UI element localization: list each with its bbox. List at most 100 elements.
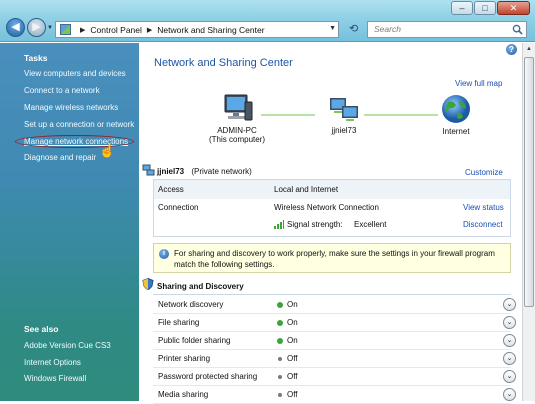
expand-chevron-icon[interactable]: ⌄ xyxy=(503,316,516,329)
sharing-row[interactable]: Printer sharing Off ⌄ xyxy=(153,350,516,368)
sharing-row-label: Password protected sharing xyxy=(158,372,258,381)
window-titlebar: – □ ✕ ◀ ▶ ▼ ▶ Control Panel ▶ Network an… xyxy=(0,0,535,42)
see-also-heading: See also xyxy=(24,324,59,334)
sharing-shield-icon xyxy=(142,278,154,290)
highlight-ellipse xyxy=(15,135,134,148)
disconnect-link[interactable]: Disconnect xyxy=(463,220,503,229)
expand-chevron-icon[interactable]: ⌄ xyxy=(503,370,516,383)
see-also-adobe-version-cue[interactable]: Adobe Version Cue CS3 xyxy=(24,341,111,350)
sharing-row-state: On xyxy=(287,318,298,327)
computer-name: ADMIN-PC xyxy=(217,126,257,135)
internet-label: Internet xyxy=(442,127,470,136)
see-also-internet-options[interactable]: Internet Options xyxy=(24,358,81,367)
expand-chevron-icon[interactable]: ⌄ xyxy=(503,334,516,347)
search-placeholder: Search xyxy=(374,24,401,34)
breadcrumb-control-panel[interactable]: Control Panel xyxy=(90,25,142,35)
customize-link[interactable]: Customize xyxy=(465,168,503,177)
map-node-network[interactable]: jjniel73 xyxy=(319,96,369,135)
sharing-row-label: Media sharing xyxy=(158,390,209,399)
signal-strength-icon xyxy=(274,220,284,229)
sharing-row-state: On xyxy=(287,336,298,345)
map-node-internet[interactable]: Internet xyxy=(434,93,478,136)
map-node-computer[interactable]: ADMIN-PC (This computer) xyxy=(209,94,265,144)
breadcrumb-separator-icon[interactable]: ▶ xyxy=(147,26,152,34)
map-connection-line xyxy=(364,114,438,116)
vertical-scrollbar[interactable]: ▲ xyxy=(522,43,535,401)
sharing-row[interactable]: Network discovery On ⌄ xyxy=(153,296,516,314)
status-on-icon xyxy=(277,338,283,344)
task-manage-wireless[interactable]: Manage wireless networks xyxy=(24,103,118,112)
recent-pages-dropdown-icon[interactable]: ▼ xyxy=(47,25,53,31)
see-also-windows-firewall[interactable]: Windows Firewall xyxy=(24,374,86,383)
view-full-map-link[interactable]: View full map xyxy=(455,79,502,88)
sharing-row-state: Off xyxy=(287,372,298,381)
sharing-row[interactable]: Password protected sharing Off ⌄ xyxy=(153,368,516,386)
firewall-info-box: i For sharing and discovery to work prop… xyxy=(153,243,511,273)
sharing-row-state: On xyxy=(287,300,298,309)
network-type: (Private network) xyxy=(191,167,252,176)
expand-chevron-icon[interactable]: ⌄ xyxy=(503,388,516,401)
scroll-up-icon[interactable]: ▲ xyxy=(523,43,535,55)
sharing-divider xyxy=(153,294,511,295)
signal-strength-label: Signal strength: xyxy=(287,220,343,229)
network-icon xyxy=(330,98,358,121)
close-button[interactable]: ✕ xyxy=(497,1,530,15)
refresh-icon[interactable]: ⟲ xyxy=(349,22,358,35)
status-on-icon xyxy=(277,320,283,326)
sharing-discovery-heading: Sharing and Discovery xyxy=(157,282,244,291)
map-connection-line xyxy=(261,114,315,116)
view-status-link[interactable]: View status xyxy=(463,203,504,212)
tasks-heading: Tasks xyxy=(24,53,48,63)
network-small-icon xyxy=(142,164,155,176)
sharing-row-state: Off xyxy=(287,390,298,399)
task-diagnose-repair[interactable]: Diagnose and repair xyxy=(24,153,96,162)
sharing-row[interactable]: File sharing On ⌄ xyxy=(153,314,516,332)
access-value: Local and Internet xyxy=(274,185,339,194)
info-icon: i xyxy=(159,249,169,259)
expand-chevron-icon[interactable]: ⌄ xyxy=(503,352,516,365)
network-header-name: jjniel73 xyxy=(157,167,185,176)
status-off-icon xyxy=(278,393,282,397)
network-header: jjniel73 (Private network) xyxy=(157,167,252,176)
search-input[interactable]: Search xyxy=(367,21,527,38)
address-bar[interactable]: ▶ Control Panel ▶ Network and Sharing Ce… xyxy=(55,21,339,38)
status-off-icon xyxy=(278,375,282,379)
sharing-row-label: Printer sharing xyxy=(158,354,211,363)
help-icon[interactable]: ? xyxy=(506,44,517,55)
internet-globe-icon xyxy=(442,95,470,123)
network-details-box: Access Local and Internet Connection Wir… xyxy=(153,179,511,237)
sharing-row-label: Public folder sharing xyxy=(158,336,231,345)
computer-icon xyxy=(224,94,253,121)
forward-button[interactable]: ▶ xyxy=(27,18,46,37)
minimize-button[interactable]: – xyxy=(451,1,473,15)
sharing-row[interactable]: Public folder sharing On ⌄ xyxy=(153,332,516,350)
access-label: Access xyxy=(158,185,184,194)
scrollbar-thumb[interactable] xyxy=(524,57,534,307)
main-content: ? Network and Sharing Center View full m… xyxy=(139,43,535,404)
address-dropdown-icon[interactable]: ▼ xyxy=(329,25,336,32)
expand-chevron-icon[interactable]: ⌄ xyxy=(503,298,516,311)
breadcrumb-network-and-sharing-center[interactable]: Network and Sharing Center xyxy=(157,25,264,35)
connection-label: Connection xyxy=(158,203,199,212)
task-connect-to-network[interactable]: Connect to a network xyxy=(24,86,100,95)
page-title: Network and Sharing Center xyxy=(154,57,293,69)
status-on-icon xyxy=(277,302,283,308)
tasks-pane: Tasks View computers and devices Connect… xyxy=(0,43,139,401)
status-off-icon xyxy=(278,357,282,361)
control-panel-icon xyxy=(60,24,71,35)
signal-strength-value: Excellent xyxy=(354,220,387,229)
hand-cursor-icon: ☝ xyxy=(99,143,116,158)
firewall-info-text: For sharing and discovery to work proper… xyxy=(174,249,495,269)
sharing-row-label: Network discovery xyxy=(158,300,224,309)
connection-value: Wireless Network Connection xyxy=(274,203,379,212)
task-setup-connection[interactable]: Set up a connection or network xyxy=(24,120,134,129)
task-view-computers[interactable]: View computers and devices xyxy=(24,69,126,78)
breadcrumb-separator-icon[interactable]: ▶ xyxy=(80,26,85,34)
sharing-row-label: File sharing xyxy=(158,318,200,327)
back-button[interactable]: ◀ xyxy=(6,18,25,37)
network-name: jjniel73 xyxy=(331,126,357,135)
maximize-button[interactable]: □ xyxy=(474,1,496,15)
sharing-row[interactable]: Media sharing Off ⌄ xyxy=(153,386,516,404)
sharing-row-state: Off xyxy=(287,354,298,363)
search-icon[interactable] xyxy=(512,24,523,35)
